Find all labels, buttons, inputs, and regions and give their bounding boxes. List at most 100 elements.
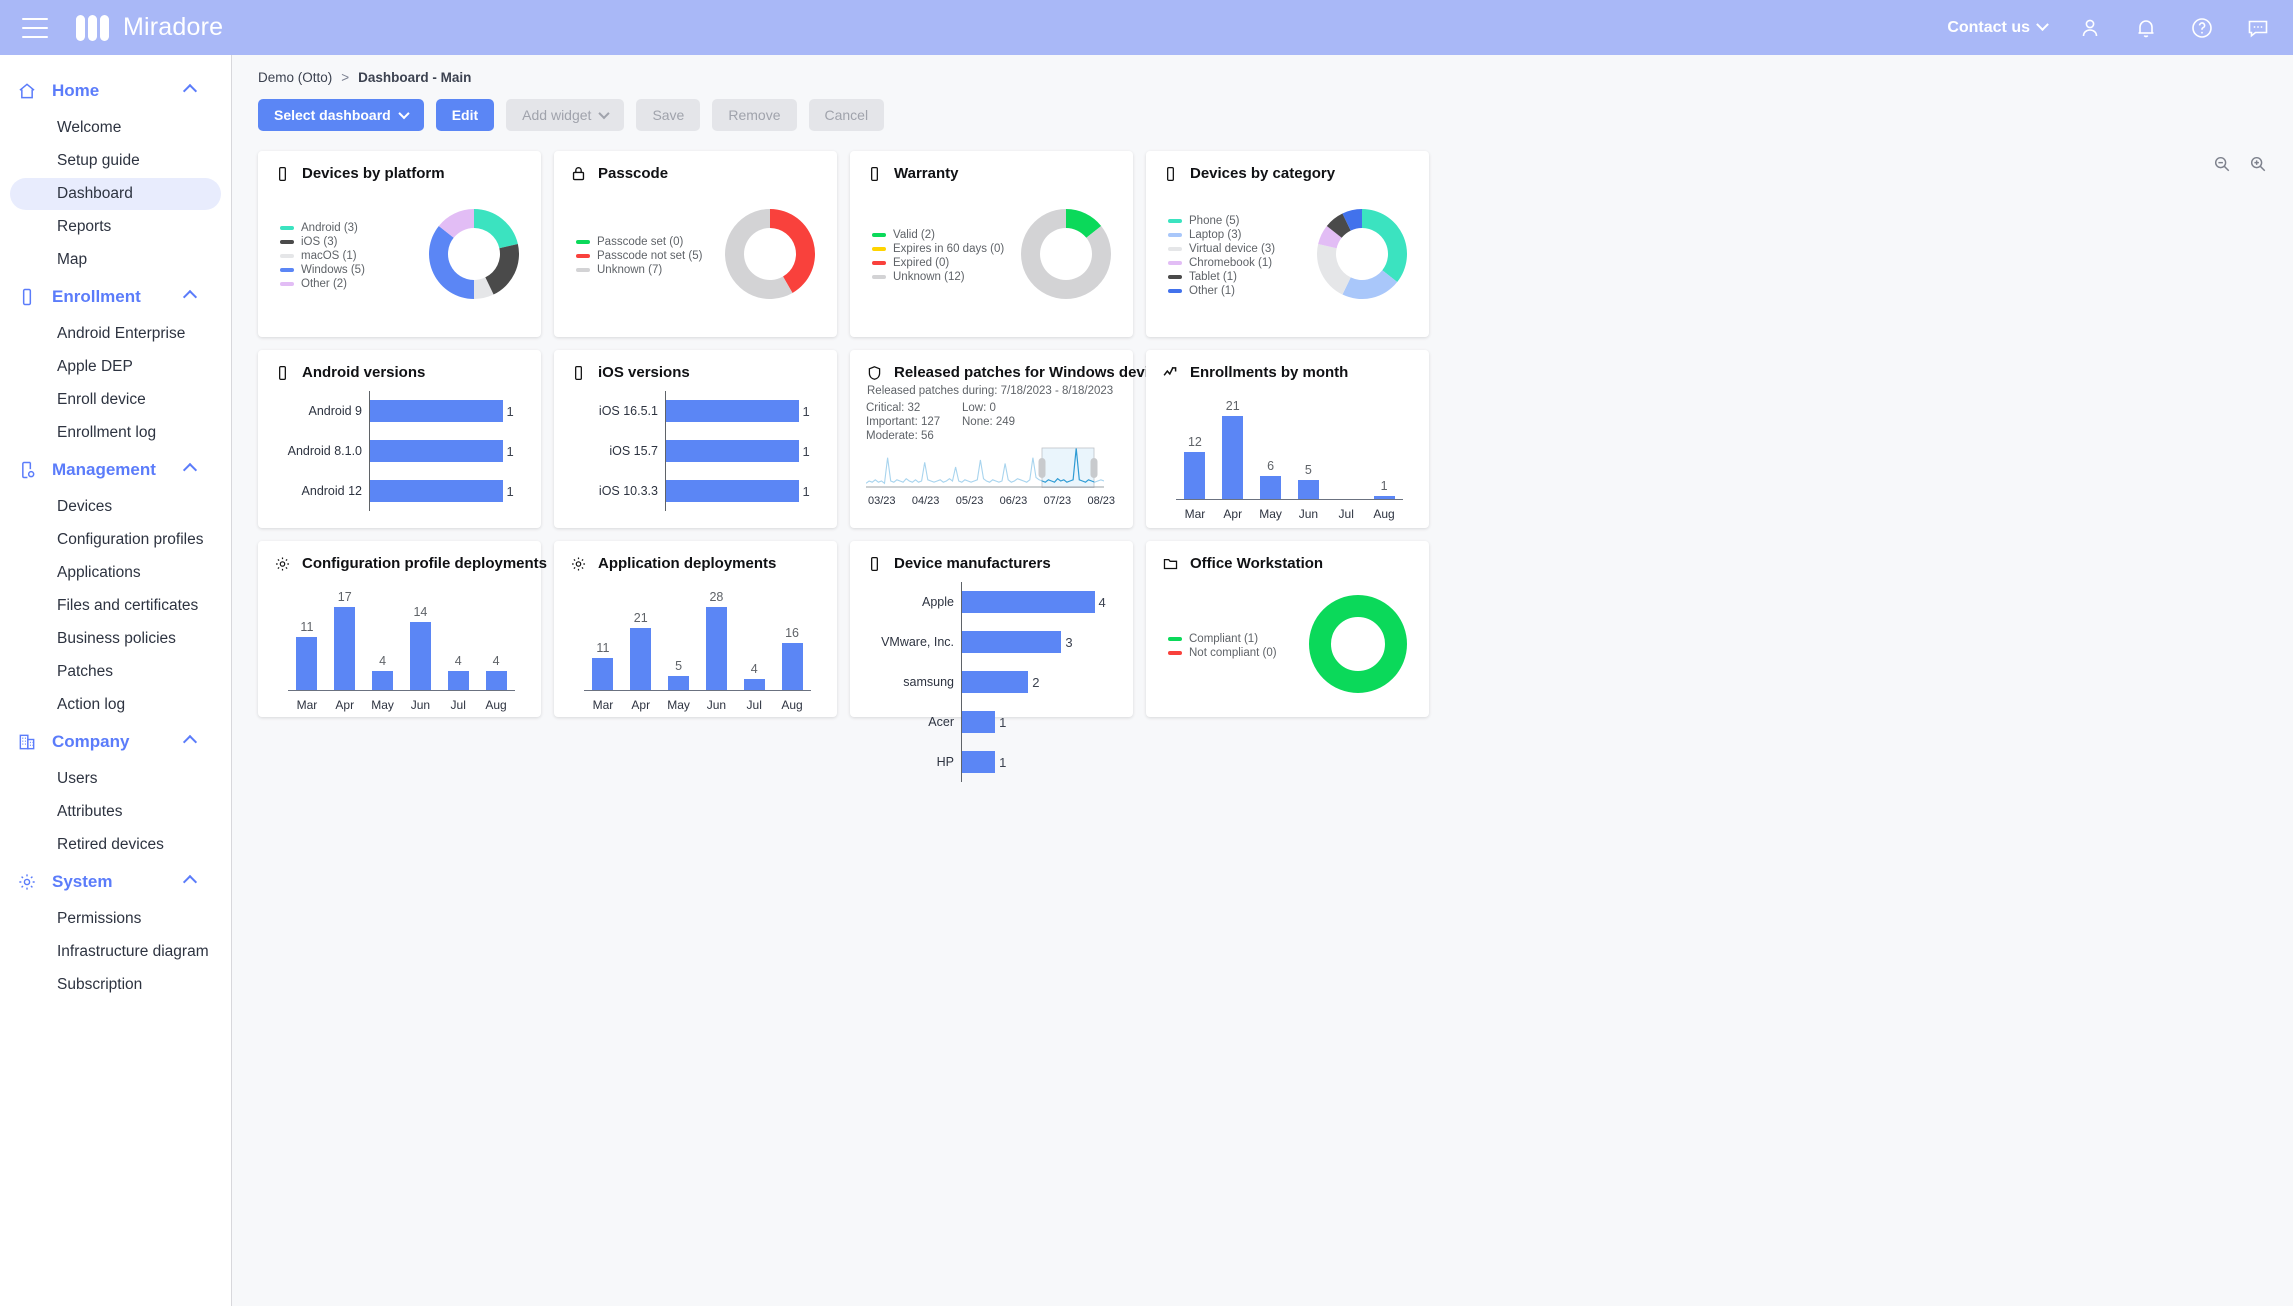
widget-configuration-profile-deployments[interactable]: Configuration profile deployments 11 Mar 17… — [258, 541, 547, 717]
bar-fill[interactable] — [962, 671, 1029, 693]
bar-column[interactable]: 21 Apr — [622, 582, 660, 712]
legend-item[interactable]: Compliant (1) — [1168, 633, 1292, 645]
sidebar-item-subscription[interactable]: Subscription — [10, 969, 221, 1001]
sidebar-item-users[interactable]: Users — [10, 763, 221, 795]
sidebar-item-retired-devices[interactable]: Retired devices — [10, 829, 221, 861]
cancel-button[interactable]: Cancel — [808, 99, 885, 131]
bar-column[interactable]: 1 Aug — [1365, 391, 1403, 521]
bar-fill[interactable] — [370, 400, 503, 422]
bar-fill[interactable] — [666, 480, 799, 502]
bar-fill[interactable] — [962, 711, 996, 733]
legend-item[interactable]: macOS (1) — [280, 250, 404, 262]
bar-fill[interactable] — [370, 440, 503, 462]
sidebar-group-enrollment[interactable]: Enrollment — [0, 277, 231, 317]
add-widget-button[interactable]: Add widget — [506, 99, 625, 131]
breadcrumb-root[interactable]: Demo (Otto) — [258, 70, 332, 85]
legend-item[interactable]: Other (2) — [280, 278, 404, 290]
sidebar-item-files-and-certificates[interactable]: Files and certificates — [10, 590, 221, 622]
sidebar-item-enroll-device[interactable]: Enroll device — [10, 384, 221, 416]
legend-item[interactable]: Chromebook (1) — [1168, 257, 1292, 269]
chevron-up-icon[interactable] — [182, 874, 198, 890]
bar-column[interactable]: 11 Mar — [288, 582, 326, 712]
widget-enrollments-by-month[interactable]: Enrollments by month 12 Mar 21 Apr 6 May 5 Jun Ju… — [1146, 350, 1429, 528]
donut-chart[interactable] — [1317, 208, 1407, 304]
bar-column[interactable]: 28 Jun — [697, 582, 735, 712]
donut-chart[interactable] — [1021, 208, 1111, 304]
legend-item[interactable]: Phone (5) — [1168, 215, 1292, 227]
chevron-up-icon[interactable] — [182, 734, 198, 750]
widget-devices-by-category[interactable]: Devices by category Phone (5) Laptop (3) Vi… — [1146, 151, 1429, 337]
bar-fill[interactable] — [370, 480, 503, 502]
sidebar-item-setup-guide[interactable]: Setup guide — [10, 145, 221, 177]
bar-column[interactable]: 16 Aug — [773, 582, 811, 712]
sidebar-item-apple-dep[interactable]: Apple DEP — [10, 351, 221, 383]
select-dashboard-button[interactable]: Select dashboard — [258, 99, 424, 131]
chevron-up-icon[interactable] — [182, 83, 198, 99]
bar-column[interactable]: 4 May — [364, 582, 402, 712]
legend-item[interactable]: Expires in 60 days (0) — [872, 243, 1004, 255]
bar-fill[interactable] — [962, 751, 996, 773]
widget-passcode[interactable]: Passcode Passcode set (0) Passcode not set… — [554, 151, 837, 337]
bar-column[interactable]: 4 Aug — [477, 582, 515, 712]
sidebar-item-welcome[interactable]: Welcome — [10, 112, 221, 144]
bar-fill[interactable] — [962, 591, 1095, 613]
bar-column[interactable]: 4 Jul — [439, 582, 477, 712]
sidebar-item-applications[interactable]: Applications — [10, 557, 221, 589]
sidebar-item-dashboard[interactable]: Dashboard — [10, 178, 221, 210]
contact-us-menu[interactable]: Contact us — [1947, 18, 2049, 37]
zoom-out-icon[interactable] — [2213, 155, 2231, 178]
sidebar-item-business-policies[interactable]: Business policies — [10, 623, 221, 655]
widget-device-manufacturers[interactable]: Device manufacturers Apple 4 VMware, Inc. 3 s… — [850, 541, 1133, 782]
sidebar-item-enrollment-log[interactable]: Enrollment log — [10, 417, 221, 449]
bar-column[interactable]: 4 Jul — [735, 582, 773, 712]
sidebar-group-company[interactable]: Company — [0, 722, 231, 762]
legend-item[interactable]: Passcode set (0) — [576, 236, 700, 248]
widget-devices-by-platform[interactable]: Devices by platform Android (3) iOS (3) mac… — [258, 151, 541, 337]
brand-logo[interactable]: Miradore — [76, 13, 223, 42]
bar-column[interactable]: 21 Apr — [1214, 391, 1252, 521]
legend-item[interactable]: Windows (5) — [280, 264, 404, 276]
widget-android-versions[interactable]: Android versions Android 9 1 Android 8.1.0 1… — [258, 350, 541, 528]
chevron-up-icon[interactable] — [182, 289, 198, 305]
sidebar-item-infrastructure-diagram[interactable]: Infrastructure diagram — [10, 936, 221, 968]
sidebar-group-home[interactable]: Home — [0, 71, 231, 111]
legend-item[interactable]: Not compliant (0) — [1168, 647, 1292, 659]
zoom-in-icon[interactable] — [2249, 155, 2267, 178]
user-icon[interactable] — [2077, 15, 2103, 41]
sidebar-group-system[interactable]: System — [0, 862, 231, 902]
legend-item[interactable]: Other (1) — [1168, 285, 1292, 297]
edit-button[interactable]: Edit — [435, 99, 495, 131]
donut-chart[interactable] — [429, 208, 519, 304]
widget-office-workstation[interactable]: Office Workstation Compliant (1) Not compl… — [1146, 541, 1429, 717]
widget-application-deployments[interactable]: Application deployments 11 Mar 21 Apr 5 May 28 J… — [554, 541, 837, 717]
sidebar-item-patches[interactable]: Patches — [10, 656, 221, 688]
legend-item[interactable]: Unknown (12) — [872, 271, 996, 283]
bar-column[interactable]: 5 Jun — [1289, 391, 1327, 521]
legend-item[interactable]: Unknown (7) — [576, 264, 700, 276]
sidebar-item-reports[interactable]: Reports — [10, 211, 221, 243]
sparkline-chart[interactable]: 03/23 04/23 05/23 06/23 07/23 08/23 — [866, 446, 1117, 507]
sidebar-item-permissions[interactable]: Permissions — [10, 903, 221, 935]
sidebar-item-attributes[interactable]: Attributes — [10, 796, 221, 828]
bar-column[interactable]: 14 Jun — [401, 582, 439, 712]
chevron-up-icon[interactable] — [182, 462, 198, 478]
legend-item[interactable]: Laptop (3) — [1168, 229, 1292, 241]
widget-warranty[interactable]: Warranty Valid (2) Expires in 60 days (0) E… — [850, 151, 1133, 337]
widget-ios-versions[interactable]: iOS versions iOS 16.5.1 1 iOS 15.7 1 iOS 10.3… — [554, 350, 837, 528]
sidebar-item-map[interactable]: Map — [10, 244, 221, 276]
bar-column[interactable]: 12 Mar — [1176, 391, 1214, 521]
donut-chart[interactable] — [725, 208, 815, 304]
widget-released-patches[interactable]: Released patches for Windows devices Rele… — [850, 350, 1174, 528]
bar-fill[interactable] — [666, 400, 799, 422]
donut-chart[interactable] — [1309, 594, 1407, 698]
legend-item[interactable]: Passcode not set (5) — [576, 250, 702, 262]
save-button[interactable]: Save — [636, 99, 701, 131]
bell-icon[interactable] — [2133, 15, 2159, 41]
remove-button[interactable]: Remove — [712, 99, 797, 131]
legend-item[interactable]: Virtual device (3) — [1168, 243, 1292, 255]
bar-column[interactable]: 11 Mar — [584, 582, 622, 712]
bar-column[interactable]: 17 Apr — [326, 582, 364, 712]
legend-item[interactable]: iOS (3) — [280, 236, 404, 248]
help-icon[interactable] — [2189, 15, 2215, 41]
sidebar-group-management[interactable]: Management — [0, 450, 231, 490]
